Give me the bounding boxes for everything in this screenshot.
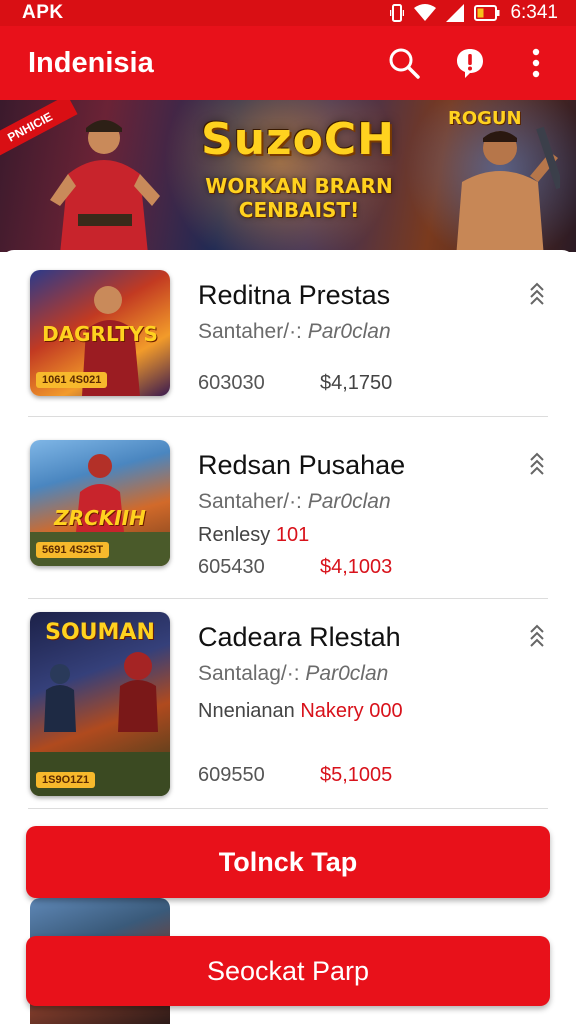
expand-chevrons-icon[interactable] — [526, 450, 548, 478]
thumbnail-title: ZRCKIIH — [54, 506, 146, 530]
banner-tagline: WORKAN BRARN CENBAIST! — [188, 174, 410, 222]
item-thumbnail: SOUMAN 1S9O1Z1 — [30, 612, 170, 796]
item-price: $5,1005 — [320, 764, 393, 786]
item-extra-label: Nnenianan — [198, 700, 295, 722]
page-title: Indenisia — [28, 46, 154, 79]
thumbnail-badge: 1S9O1Z1 — [36, 772, 96, 788]
list-item[interactable]: DAGRLTYS 1061 4S021 Reditna Prestas Sant… — [28, 270, 548, 430]
expand-chevrons-icon[interactable] — [526, 622, 548, 650]
item-name: Redsan Pusahae — [198, 450, 406, 480]
item-subtitle-label: Santaher/·: — [198, 490, 302, 513]
wifi-icon — [414, 4, 437, 22]
promo-banner[interactable]: PNHICIE SuzoCH WORKAN BRARN CENBAIST! RO… — [0, 100, 576, 252]
status-bar: APK 6:341 — [0, 0, 576, 26]
more-vert-icon[interactable] — [518, 45, 554, 81]
item-subtitle-label: Santalag/·: — [198, 662, 300, 685]
primary-button[interactable]: Tolnck Tap — [26, 826, 550, 898]
search-icon[interactable] — [386, 45, 422, 81]
banner-tagline-line1: WORKAN BRARN — [205, 174, 393, 198]
list-item[interactable]: ZRCKIIH 5691 4S2ST Redsan Pusahae Santah… — [28, 440, 548, 600]
banner-logo-text: SuzoCH — [201, 114, 395, 165]
item-thumbnail: ZRCKIIH 5691 4S2ST — [30, 440, 170, 566]
thumbnail-badge: 1061 4S021 — [36, 372, 108, 388]
item-extra-label: Renlesy — [198, 524, 271, 546]
item-number: 605430 — [198, 556, 265, 578]
item-subtitle: Santaher/·: Par0clan — [198, 490, 391, 514]
item-number: 609550 — [198, 764, 265, 786]
divider — [28, 808, 548, 809]
item-number: 603030 — [198, 372, 265, 394]
divider — [28, 416, 548, 417]
status-time: 6:341 — [510, 2, 558, 23]
item-name: Cadeara Rlestah — [198, 622, 401, 652]
expand-chevrons-icon[interactable] — [526, 280, 548, 308]
list-item[interactable]: SOUMAN 1S9O1Z1 Cadeara Rlestah Santalag/… — [28, 612, 548, 802]
signal-icon — [446, 4, 465, 22]
secondary-button[interactable]: Seockat Parp — [26, 936, 550, 1006]
thumbnail-badge: 5691 4S2ST — [36, 542, 110, 558]
item-subtitle: Santalag/·: Par0clan — [198, 662, 388, 686]
item-thumbnail: DAGRLTYS 1061 4S021 — [30, 270, 170, 396]
item-price: $4,1750 — [320, 372, 393, 394]
thumbnail-title: SOUMAN — [45, 620, 155, 645]
hero-character-image — [456, 126, 560, 252]
item-extra-value: Nakery 000 — [300, 700, 403, 722]
divider — [28, 598, 548, 599]
item-extra: Renlesy 101 — [198, 524, 309, 547]
item-subtitle-value: Par0clan — [305, 662, 389, 685]
item-price: $4,1003 — [320, 556, 393, 578]
battery-icon — [474, 5, 500, 21]
hero-character-image — [50, 120, 160, 252]
chat-icon[interactable] — [452, 45, 488, 81]
item-subtitle-label: Santaher/·: — [198, 320, 302, 343]
banner-corner-tag: ROGUN — [448, 108, 522, 129]
item-extra-value: 101 — [275, 524, 310, 546]
status-left-label: APK — [22, 2, 64, 23]
status-icons: 6:341 — [390, 2, 558, 24]
thumbnail-title: DAGRLTYS — [42, 322, 158, 346]
vibrate-icon — [390, 4, 405, 22]
banner-tagline-line2: CENBAIST! — [238, 198, 360, 222]
item-extra: Nnenianan Nakery 000 — [198, 700, 403, 723]
item-subtitle-value: Par0clan — [307, 490, 391, 513]
item-subtitle-value: Par0clan — [307, 320, 391, 343]
item-name: Reditna Prestas — [198, 280, 391, 310]
app-bar: Indenisia — [0, 26, 576, 100]
item-subtitle: Santaher/·: Par0clan — [198, 320, 391, 344]
